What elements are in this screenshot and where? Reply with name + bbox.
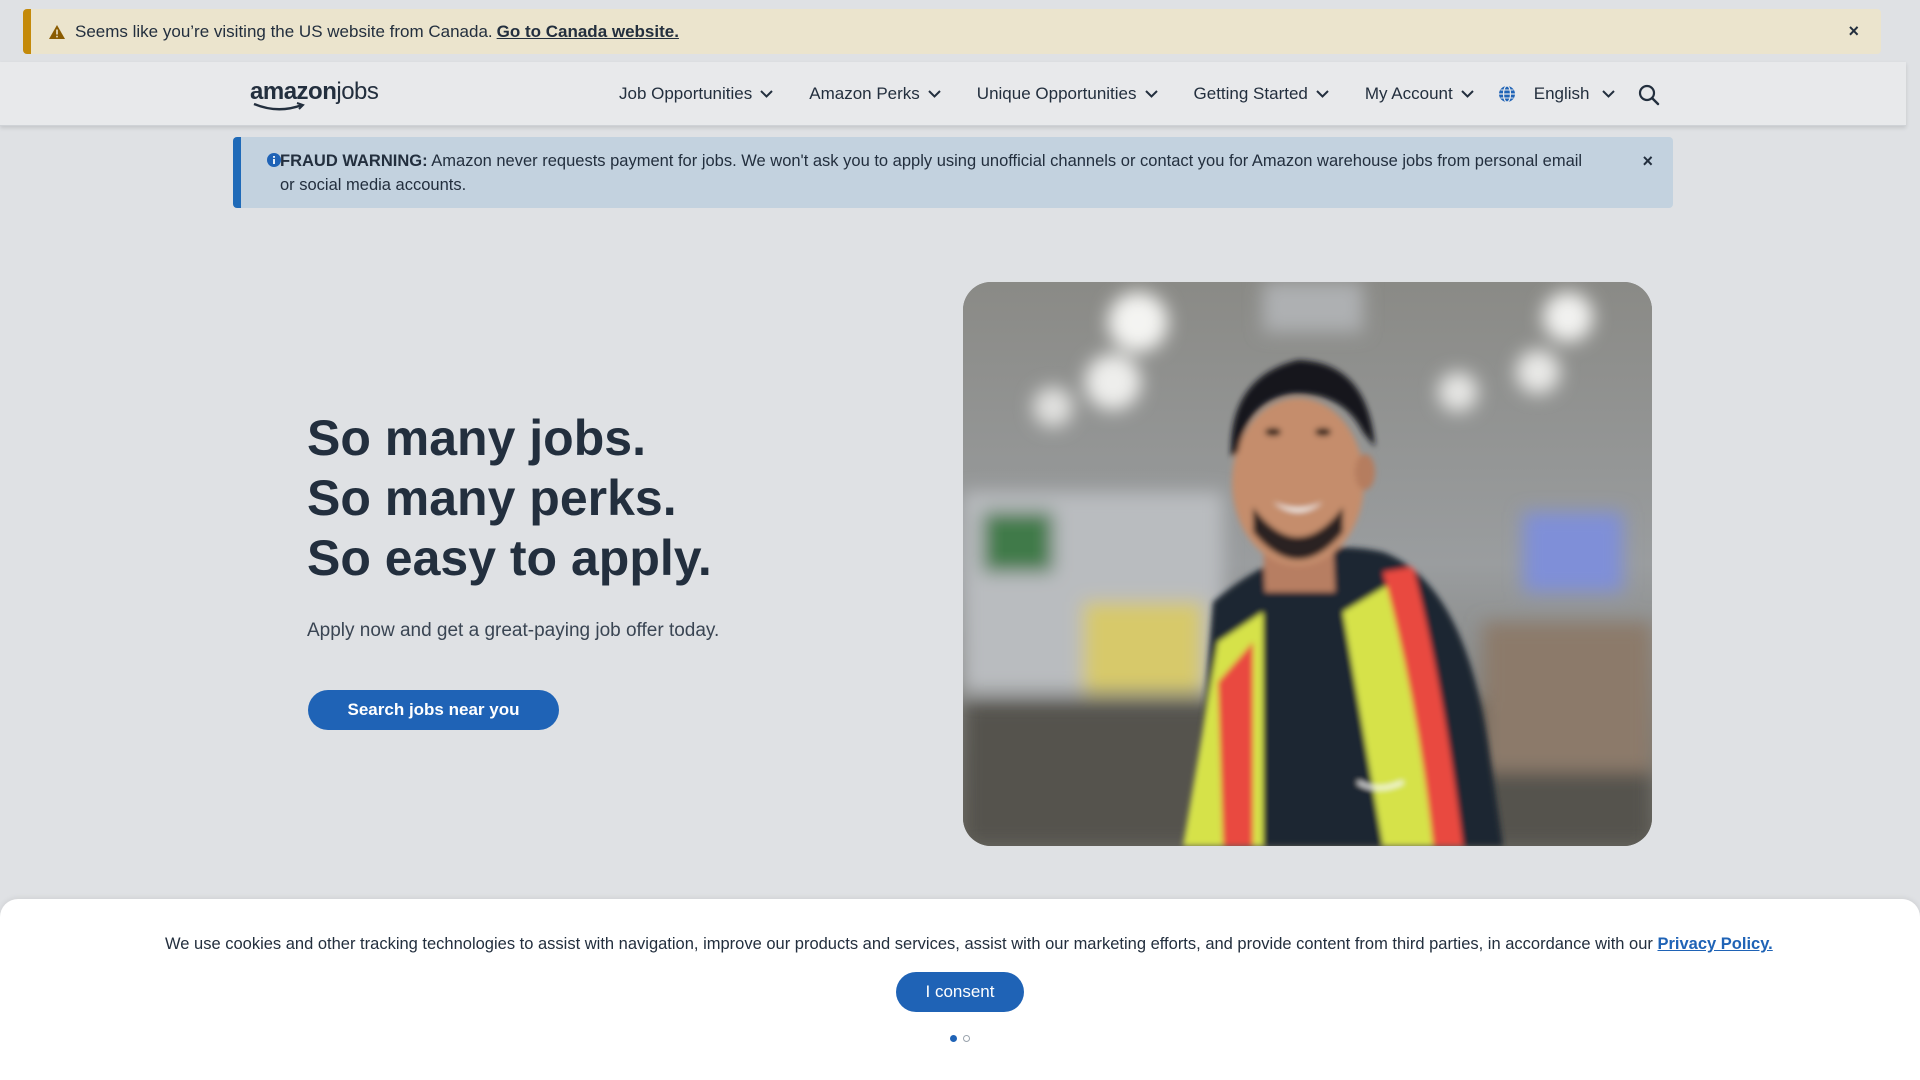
fraud-warning-heading: FRAUD WARNING: [280, 152, 428, 170]
main-nav: Job Opportunities Amazon Perks Unique Op… [619, 62, 1651, 126]
privacy-policy-link[interactable]: Privacy Policy. [1657, 935, 1772, 953]
go-to-canada-link[interactable]: Go to Canada website. [497, 22, 679, 42]
hero-title: So many jobs. So many perks. So easy to … [307, 408, 712, 588]
nav-job-opportunities[interactable]: Job Opportunities [619, 84, 773, 104]
chevron-down-icon [1316, 90, 1329, 98]
cookie-consent-bar: We use cookies and other tracking techno… [0, 899, 1920, 1080]
nav-getting-started[interactable]: Getting Started [1194, 84, 1329, 104]
close-icon[interactable]: × [1848, 22, 1859, 40]
language-selector[interactable]: English [1498, 84, 1615, 104]
consent-button[interactable]: I consent [896, 972, 1024, 1012]
nav-amazon-perks[interactable]: Amazon Perks [809, 84, 941, 104]
country-banner-message: Seems like you’re visiting the US websit… [75, 21, 493, 41]
pagination-dot[interactable] [963, 1035, 970, 1042]
hero-title-line: So many perks. [307, 470, 677, 526]
hero-title-line: So many jobs. [307, 410, 646, 466]
chevron-down-icon [1601, 90, 1615, 98]
hero-subtitle: Apply now and get a great-paying job off… [307, 620, 720, 641]
hero-title-line: So easy to apply. [307, 530, 712, 586]
chevron-down-icon [928, 90, 941, 98]
nav-unique-opportunities[interactable]: Unique Opportunities [977, 84, 1158, 104]
warning-triangle-icon [49, 24, 65, 39]
amazon-jobs-logo[interactable]: amazonjobs [250, 78, 379, 111]
cookie-pagination [950, 1035, 976, 1042]
smile-arrow-icon [253, 102, 305, 111]
hero-photo [963, 282, 1652, 846]
nav-my-account[interactable]: My Account [1365, 84, 1474, 104]
fraud-warning-message: Amazon never requests payment for jobs. … [280, 152, 1583, 194]
warehouse-worker-image [963, 282, 1652, 846]
site-header: amazonjobs Job Opportunities Amazon Perk… [0, 62, 1906, 126]
chevron-down-icon [1461, 90, 1474, 98]
search-jobs-button[interactable]: Search jobs near you [308, 690, 559, 730]
info-circle-icon [267, 153, 281, 167]
chevron-down-icon [760, 90, 773, 98]
chevron-down-icon [1144, 90, 1158, 98]
close-icon[interactable]: × [1642, 152, 1653, 170]
country-banner: Seems like you’re visiting the US websit… [23, 9, 1881, 54]
search-icon[interactable] [1638, 84, 1660, 106]
pagination-dot-active[interactable] [950, 1035, 957, 1042]
language-label: English [1533, 84, 1590, 103]
fraud-warning-alert: FRAUD WARNING: Amazon never requests pay… [233, 137, 1673, 208]
globe-icon [1498, 85, 1515, 103]
cookie-message: We use cookies and other tracking techno… [165, 935, 1773, 953]
